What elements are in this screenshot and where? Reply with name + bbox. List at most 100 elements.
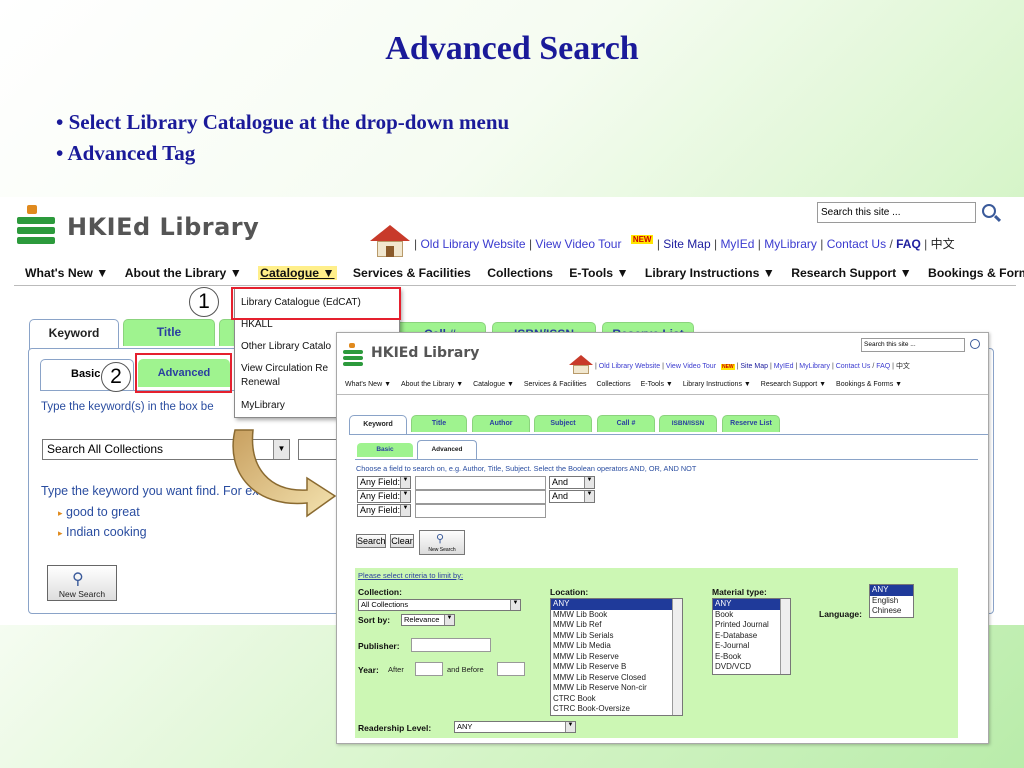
search-term-input[interactable] bbox=[415, 476, 546, 490]
contact-link[interactable]: Contact Us bbox=[836, 363, 871, 370]
old-site-link[interactable]: Old Library Website bbox=[599, 363, 660, 370]
menu-etools[interactable]: E-Tools ▼ bbox=[569, 266, 628, 280]
tab-title[interactable]: Title bbox=[411, 415, 467, 432]
material-scrollbar[interactable] bbox=[780, 599, 790, 674]
dropdown-item-renewal[interactable]: Renewal bbox=[241, 377, 280, 388]
menu-bookings[interactable]: Bookings & Forms ▼ bbox=[836, 381, 902, 388]
video-tour-link[interactable]: View Video Tour bbox=[666, 363, 716, 370]
site-map-link[interactable]: Site Map bbox=[740, 363, 768, 370]
location-option[interactable]: MMW Lib Reserve B bbox=[551, 662, 682, 673]
menu-collections[interactable]: Collections bbox=[596, 381, 630, 388]
chinese-link[interactable]: 中文 bbox=[896, 363, 910, 370]
location-option[interactable]: CTRC Book-Oversize bbox=[551, 704, 682, 715]
tab-isbn[interactable]: ISBN/ISSN bbox=[659, 415, 717, 432]
menu-instructions[interactable]: Library Instructions ▼ bbox=[683, 381, 751, 388]
material-option[interactable]: E-Book bbox=[713, 652, 790, 663]
menu-bookings[interactable]: Bookings & Forms ▼ bbox=[928, 266, 1024, 280]
site-map-link[interactable]: Site Map bbox=[663, 237, 710, 251]
menu-services[interactable]: Services & Facilities bbox=[524, 381, 587, 388]
dropdown-item-other-catalogue[interactable]: Other Library Catalo bbox=[241, 341, 331, 352]
home-icon[interactable] bbox=[370, 225, 410, 259]
material-type-listbox[interactable]: ANY Book Printed Journal E-Database E-Jo… bbox=[712, 598, 791, 675]
field-select[interactable]: Any Field: ▼ bbox=[357, 476, 411, 489]
tab-reserve-list[interactable]: Reserve List bbox=[722, 415, 780, 432]
tab-keyword[interactable]: Keyword bbox=[349, 415, 407, 435]
contact-link[interactable]: Contact Us bbox=[827, 237, 886, 251]
language-option[interactable]: ANY bbox=[870, 585, 913, 596]
tab-isbn[interactable]: ISBN/ISSN bbox=[492, 322, 596, 341]
location-option[interactable]: MMW Lib Ref bbox=[551, 620, 682, 631]
menu-about[interactable]: About the Library ▼ bbox=[401, 381, 463, 388]
language-option[interactable]: English bbox=[870, 596, 913, 607]
readership-select[interactable]: ANY ▼ bbox=[454, 721, 576, 733]
material-option[interactable]: Book bbox=[713, 610, 790, 621]
search-button[interactable]: Search bbox=[356, 534, 386, 548]
tab-call-number[interactable]: Call # bbox=[394, 322, 486, 341]
location-option[interactable]: ANY bbox=[551, 599, 682, 610]
mylibrary-link[interactable]: MyLibrary bbox=[799, 363, 830, 370]
new-search-button[interactable]: ⚲ New Search bbox=[419, 530, 465, 555]
faq-link[interactable]: FAQ bbox=[896, 237, 921, 251]
material-option[interactable]: ANY bbox=[713, 599, 790, 610]
dropdown-item-view-circulation[interactable]: View Circulation Re bbox=[241, 363, 328, 374]
location-option[interactable]: MMW Lib Reserve Closed bbox=[551, 673, 682, 684]
menu-instructions[interactable]: Library Instructions ▼ bbox=[645, 266, 775, 280]
faq-link[interactable]: FAQ bbox=[876, 363, 890, 370]
sortby-select[interactable]: Relevance ▼ bbox=[401, 614, 455, 626]
video-tour-link[interactable]: View Video Tour bbox=[535, 237, 621, 251]
menu-services[interactable]: Services & Facilities bbox=[353, 266, 471, 280]
menu-catalogue[interactable]: Catalogue ▼ bbox=[473, 381, 514, 388]
field-select[interactable]: Any Field: ▼ bbox=[357, 490, 411, 503]
mylibrary-link[interactable]: MyLibrary bbox=[764, 237, 817, 251]
tab-keyword[interactable]: Keyword bbox=[29, 319, 119, 349]
location-option[interactable]: MMW Lib Media bbox=[551, 641, 682, 652]
year-after-input[interactable] bbox=[415, 662, 443, 676]
location-listbox[interactable]: ANY MMW Lib Book MMW Lib Ref MMW Lib Ser… bbox=[550, 598, 683, 716]
field-select[interactable]: Any Field: ▼ bbox=[357, 504, 411, 517]
home-icon[interactable] bbox=[569, 355, 593, 375]
language-option[interactable]: Chinese bbox=[870, 606, 913, 617]
publisher-input[interactable] bbox=[411, 638, 491, 652]
tab-call-number[interactable]: Call # bbox=[597, 415, 655, 432]
location-option[interactable]: CTRC Book bbox=[551, 694, 682, 705]
search-term-input[interactable] bbox=[415, 490, 546, 504]
chinese-link[interactable]: 中文 bbox=[931, 237, 955, 251]
tab-reserve-list[interactable]: Reserve List bbox=[602, 322, 694, 341]
tab-title[interactable]: Title bbox=[123, 319, 215, 346]
menu-research[interactable]: Research Support ▼ bbox=[791, 266, 911, 280]
material-option[interactable]: DVD/VCD bbox=[713, 662, 790, 673]
menu-research[interactable]: Research Support ▼ bbox=[761, 381, 826, 388]
location-option[interactable]: MMW Lib Book bbox=[551, 610, 682, 621]
dropdown-item-mylibrary[interactable]: MyLibrary bbox=[241, 400, 285, 411]
search-icon[interactable] bbox=[970, 339, 980, 349]
limit-criteria-link[interactable]: Please select criteria to limit by: bbox=[358, 571, 463, 580]
site-search-input[interactable]: Search this site ... bbox=[861, 338, 965, 352]
myied-link[interactable]: MyIEd bbox=[774, 363, 794, 370]
menu-collections[interactable]: Collections bbox=[487, 266, 553, 280]
material-option[interactable]: E-Journal bbox=[713, 641, 790, 652]
menu-etools[interactable]: E-Tools ▼ bbox=[641, 381, 673, 388]
site-search-input[interactable]: Search this site ... bbox=[817, 202, 976, 223]
old-site-link[interactable]: Old Library Website bbox=[420, 237, 525, 251]
collection-select[interactable]: All Collections ▼ bbox=[358, 599, 521, 611]
menu-whats-new[interactable]: What's New ▼ bbox=[25, 266, 108, 280]
clear-button[interactable]: Clear bbox=[390, 534, 414, 548]
boolean-select[interactable]: And ▼ bbox=[549, 490, 595, 503]
dropdown-item-hkall[interactable]: HKALL bbox=[241, 319, 273, 330]
material-option[interactable]: Printed Journal bbox=[713, 620, 790, 631]
menu-about[interactable]: About the Library ▼ bbox=[125, 266, 242, 280]
new-search-button[interactable]: ⚲ New Search bbox=[47, 565, 117, 601]
search-term-input[interactable] bbox=[415, 504, 546, 518]
subtab-advanced[interactable]: Advanced bbox=[417, 440, 477, 460]
myied-link[interactable]: MyIEd bbox=[720, 237, 754, 251]
boolean-select[interactable]: And ▼ bbox=[549, 476, 595, 489]
location-option[interactable]: MMW Lib Serials bbox=[551, 631, 682, 642]
material-option[interactable]: E-Database bbox=[713, 631, 790, 642]
location-option[interactable]: MMW Lib Reserve Non-cir bbox=[551, 683, 682, 694]
location-option[interactable]: MMW Lib Reserve bbox=[551, 652, 682, 663]
year-before-input[interactable] bbox=[497, 662, 525, 676]
menu-catalogue[interactable]: Catalogue ▼ bbox=[258, 266, 337, 280]
language-listbox[interactable]: ANY English Chinese bbox=[869, 584, 914, 618]
subtab-basic[interactable]: Basic bbox=[357, 443, 413, 457]
tab-subject[interactable]: Subject bbox=[534, 415, 592, 432]
